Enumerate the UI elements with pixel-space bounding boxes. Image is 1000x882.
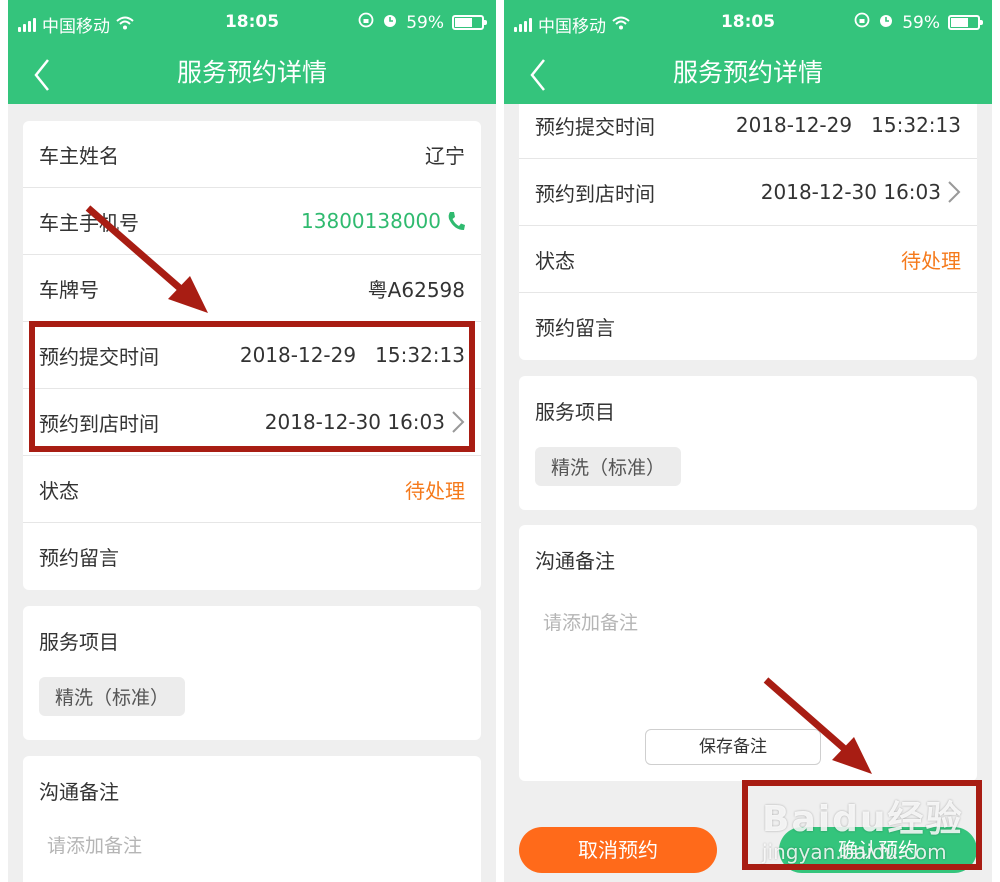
notes-title: 沟通备注: [39, 780, 119, 804]
owner-name-label: 车主姓名: [39, 143, 119, 168]
nav-bar: 服务预约详情: [504, 46, 992, 104]
highlight-box-time: [29, 321, 475, 452]
notes-card: 沟通备注 请添加备注 保存备注: [519, 525, 977, 781]
plate-value: 粤A62598: [367, 277, 465, 302]
baidu-watermark: Baidu经验 jingyan.baidu.com: [762, 790, 963, 864]
phone-icon[interactable]: [447, 211, 465, 231]
battery-percent: 59%: [406, 12, 444, 33]
notes-title: 沟通备注: [535, 549, 615, 573]
phone-row[interactable]: 车主手机号 13800138000: [23, 188, 481, 255]
cancel-booking-button[interactable]: 取消预约: [519, 827, 717, 873]
notes-card: 沟通备注 请添加备注: [23, 756, 481, 882]
alarm-icon: [878, 12, 894, 33]
message-label: 预约留言: [39, 546, 119, 570]
status-row: 状态 待处理: [519, 226, 977, 293]
plate-label: 车牌号: [39, 277, 99, 302]
status-label: 状态: [39, 478, 79, 503]
right-screen: 预约提交时间 2018-12-29 15:32:13 预约到店时间 2018-1…: [504, 0, 992, 882]
owner-name-value: 辽宁: [425, 143, 465, 168]
save-notes-button[interactable]: 保存备注: [645, 729, 821, 765]
service-tag: 精洗（标准）: [535, 447, 682, 486]
service-card: 服务项目 精洗（标准）: [519, 376, 977, 510]
service-card: 服务项目 精洗（标准）: [23, 606, 481, 740]
status-row: 状态 待处理: [23, 456, 481, 523]
battery-icon: [452, 15, 487, 30]
status-badge: 待处理: [901, 248, 961, 273]
submit-time-label: 预约提交时间: [535, 114, 655, 139]
chevron-right-icon: [948, 181, 961, 203]
owner-name-row: 车主姓名 辽宁: [23, 121, 481, 188]
message-row: 预约留言: [23, 523, 481, 590]
status-label: 状态: [535, 248, 575, 273]
submit-time-value: 2018-12-29 15:32:13: [735, 113, 961, 137]
battery-percent: 59%: [902, 12, 940, 33]
page-title: 服务预约详情: [176, 58, 327, 87]
plate-row: 车牌号 粤A62598: [23, 255, 481, 322]
arrival-time-row[interactable]: 预约到店时间 2018-12-30 16:03: [519, 159, 977, 226]
battery-icon: [948, 15, 983, 30]
status-bar: 中国移动 18:05 59%: [8, 0, 496, 46]
watermark-logo: Baidu经验: [762, 799, 964, 840]
page-title: 服务预约详情: [672, 58, 823, 87]
arrival-time-value[interactable]: 2018-12-30 16:03: [761, 180, 941, 204]
message-label: 预约留言: [535, 316, 615, 340]
watermark-url: jingyan.baidu.com: [762, 840, 947, 864]
rotation-lock-icon: [358, 12, 374, 33]
notes-input[interactable]: 请添加备注: [519, 574, 977, 635]
status-badge: 待处理: [405, 478, 465, 503]
arrival-time-label: 预约到店时间: [535, 181, 655, 206]
message-row: 预约留言: [519, 293, 977, 360]
details-card-scrolled: 预约提交时间 2018-12-29 15:32:13 预约到店时间 2018-1…: [519, 92, 977, 360]
nav-bar: 服务预约详情: [8, 46, 496, 104]
service-tag: 精洗（标准）: [39, 677, 186, 716]
service-title: 服务项目: [535, 400, 615, 424]
alarm-icon: [382, 12, 398, 33]
phone-value[interactable]: 13800138000: [301, 209, 441, 233]
status-bar: 中国移动 18:05 59%: [504, 0, 992, 46]
notes-input[interactable]: 请添加备注: [23, 805, 481, 858]
phone-label: 车主手机号: [39, 210, 139, 235]
service-title: 服务项目: [39, 630, 119, 654]
rotation-lock-icon: [854, 12, 870, 33]
